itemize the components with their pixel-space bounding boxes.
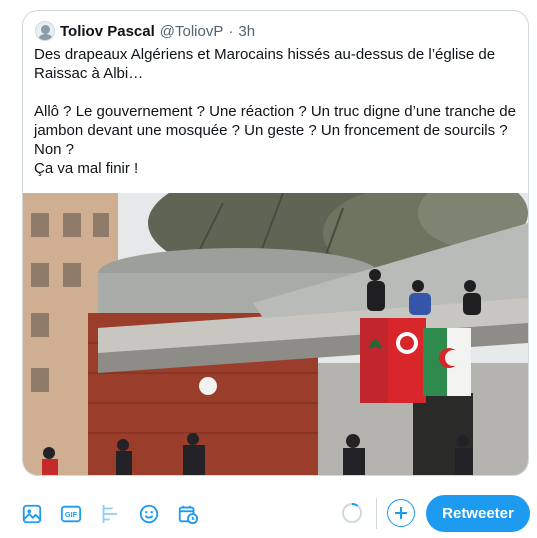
tweet-line: Ça va mal finir ! xyxy=(34,160,139,177)
tweet-line: Non ? xyxy=(34,141,75,158)
tweet-text: Des drapeaux Algériens et Marocains hiss… xyxy=(34,45,518,178)
add-thread-button[interactable] xyxy=(387,499,415,527)
author-name[interactable]: Toliov Pascal xyxy=(60,23,155,40)
avatar[interactable] xyxy=(35,21,55,41)
retweet-button[interactable]: Retweeter xyxy=(426,495,530,532)
author-handle: @ToliovP xyxy=(159,22,224,40)
toolbar-divider xyxy=(376,498,377,529)
schedule-icon[interactable] xyxy=(176,502,200,526)
quoted-tweet-card[interactable]: Toliov Pascal @ToliovP · 3h Des drapeaux… xyxy=(22,10,529,476)
image-icon[interactable] xyxy=(20,502,44,526)
emoji-icon[interactable] xyxy=(137,502,161,526)
photo-of-flags-on-church-roof xyxy=(23,193,528,475)
poll-icon[interactable] xyxy=(98,502,122,526)
tweet-line: Raissac à Albi… xyxy=(34,65,144,82)
tweet-time[interactable]: 3h xyxy=(238,23,255,40)
compose-toolbar: GIF Retweeter xyxy=(0,490,537,538)
separator-dot: · xyxy=(228,22,234,40)
tweet-header: Toliov Pascal @ToliovP · 3h xyxy=(35,21,255,41)
tweet-line: Des drapeaux Algériens et Marocains hiss… xyxy=(34,46,496,63)
character-count-ring xyxy=(342,503,362,523)
gif-icon[interactable]: GIF xyxy=(59,502,83,526)
tweet-line: jambon devant une mosquée ? Un geste ? U… xyxy=(34,122,508,139)
svg-text:GIF: GIF xyxy=(65,510,78,519)
tweet-photo[interactable] xyxy=(23,193,528,475)
tweet-line-gap xyxy=(34,83,518,102)
tweet-line: Allô ? Le gouvernement ? Une réaction ? … xyxy=(34,103,516,120)
plus-icon xyxy=(395,507,407,519)
